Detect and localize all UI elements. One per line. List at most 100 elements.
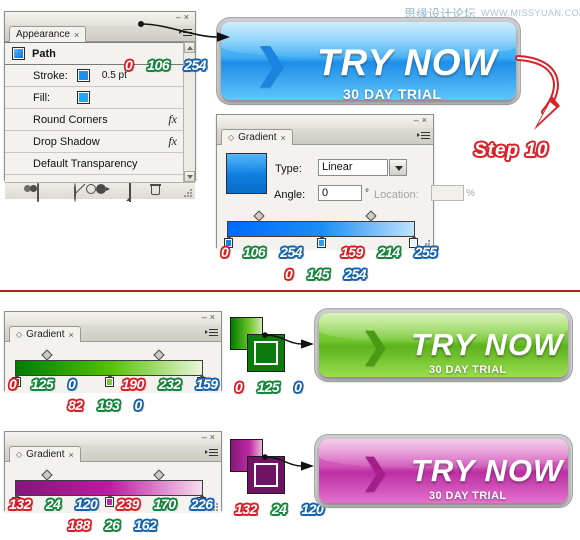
gradient-midpoint[interactable] xyxy=(365,210,377,222)
gradient-panel-blue[interactable]: –× ◇ Gradient × Type: Linear Angle: 0 ° … xyxy=(216,114,475,250)
panel-menu-icon[interactable] xyxy=(417,129,431,142)
gradient-pink-titlebar[interactable]: –× xyxy=(5,432,221,445)
watermark: 思缘设计论坛 WWW.MISSYUAN.COM xyxy=(404,2,580,24)
close-icon[interactable]: × xyxy=(210,432,218,442)
tab-close-icon[interactable]: × xyxy=(69,450,74,460)
tab-appearance[interactable]: Appearance × xyxy=(9,26,87,42)
degree-symbol: ° xyxy=(365,188,369,199)
rgb-red: 0 xyxy=(9,376,17,392)
tab-gradient-blue[interactable]: ◇ Gradient × xyxy=(221,129,293,145)
gradient-green-tabbar[interactable]: ◇ Gradient × xyxy=(5,325,221,342)
rgb-group-stroke-color: 0 106 254 xyxy=(120,56,211,74)
step-label: Step 10 xyxy=(474,140,549,161)
gradient-green-window-buttons[interactable]: –× xyxy=(202,312,218,323)
rgb-blue: 254 xyxy=(184,57,207,73)
rgb-blue: 255 xyxy=(414,244,437,260)
gradient-stop[interactable] xyxy=(105,374,114,387)
rgb-group-green-mid: 82 193 0 xyxy=(63,396,147,414)
gradient-type-select[interactable]: Linear xyxy=(318,159,388,176)
tab-gradient-green[interactable]: ◇ Gradient × xyxy=(9,326,81,342)
gradient-midpoint[interactable] xyxy=(41,469,53,481)
tab-close-icon[interactable]: × xyxy=(281,133,286,143)
resize-grip[interactable] xyxy=(184,189,193,198)
path-swatch[interactable] xyxy=(12,47,25,60)
appearance-row-path-label: Path xyxy=(32,47,56,60)
rgb-green: 232 xyxy=(158,376,181,392)
delete-item-icon[interactable] xyxy=(150,184,164,197)
rgb-red: 132 xyxy=(235,501,257,517)
panel-menu-icon[interactable] xyxy=(205,446,219,459)
rgb-green: 24 xyxy=(271,501,287,517)
chevron-right-icon-green: ❯ xyxy=(361,327,390,365)
new-item-icon[interactable] xyxy=(129,183,142,202)
connector-arrow-green xyxy=(262,332,314,349)
appearance-row-round-corners[interactable]: Round Corners fx xyxy=(5,109,195,131)
button-sub-label-pink: 30 DAY TRIAL xyxy=(429,490,507,502)
button-main-label-green: TRY NOW xyxy=(411,327,564,362)
close-icon[interactable]: × xyxy=(210,312,218,322)
rgb-red: 132 xyxy=(9,496,31,512)
rgb-red: 0 xyxy=(235,379,243,395)
fx-icon-drop-shadow[interactable]: fx xyxy=(168,134,177,149)
gradient-midpoint[interactable] xyxy=(253,210,265,222)
appearance-row-fill[interactable]: Fill: xyxy=(5,87,195,109)
tab-close-icon[interactable]: × xyxy=(74,30,79,40)
scroll-up-icon[interactable] xyxy=(184,42,195,53)
watermark-en: WWW.MISSYUAN.COM xyxy=(481,8,580,18)
appearance-row-drop-shadow[interactable]: Drop Shadow fx xyxy=(5,131,195,153)
minimize-icon[interactable]: – xyxy=(414,115,422,125)
appearance-row-default-transparency[interactable]: Default Transparency xyxy=(5,153,195,175)
gradient-blue-tabbar[interactable]: ◇ Gradient × xyxy=(217,128,433,145)
fx-icon-round-corners[interactable]: fx xyxy=(168,112,177,127)
tab-appearance-label: Appearance xyxy=(16,29,70,40)
try-now-button-green[interactable]: ❯ TRY NOW 30 DAY TRIAL xyxy=(319,313,568,377)
rgb-blue: 120 xyxy=(75,496,98,512)
chevron-right-icon-pink: ❯ xyxy=(361,453,390,491)
panel-menu-icon[interactable] xyxy=(205,326,219,339)
gradient-pink-tabbar[interactable]: ◇ Gradient × xyxy=(5,445,221,462)
minimize-icon[interactable]: – xyxy=(202,312,210,322)
rgb-group-green-stroke: 0 125 0 xyxy=(230,378,306,396)
gradient-preview-swatch-blue[interactable] xyxy=(226,153,267,194)
tab-close-icon[interactable]: × xyxy=(69,330,74,340)
gradient-midpoint[interactable] xyxy=(153,349,165,361)
percent-symbol: % xyxy=(466,188,475,199)
gradient-midpoint[interactable] xyxy=(153,469,165,481)
gradient-angle-input[interactable]: 0 xyxy=(318,185,362,201)
rgb-group-blue-mid: 0 145 254 xyxy=(280,265,371,283)
rgb-red: 0 xyxy=(221,244,229,260)
rgb-red: 82 xyxy=(68,397,83,413)
rgb-red: 190 xyxy=(122,376,144,392)
fill-swatch[interactable] xyxy=(77,91,91,104)
gradient-blue-titlebar[interactable]: –× xyxy=(217,115,433,128)
rgb-blue: 120 xyxy=(301,501,324,517)
tab-gradient-pink[interactable]: ◇ Gradient × xyxy=(9,446,81,462)
rgb-green: 125 xyxy=(31,376,54,392)
close-icon[interactable]: × xyxy=(422,115,430,125)
duplicate-item-icon[interactable] xyxy=(86,184,120,197)
gradient-stop[interactable] xyxy=(317,235,326,248)
gradient-green-titlebar[interactable]: –× xyxy=(5,312,221,325)
toggle-visibility-icon[interactable] xyxy=(37,183,65,202)
rgb-green: 125 xyxy=(257,379,280,395)
scroll-down-icon[interactable] xyxy=(184,171,195,182)
rgb-red: 0 xyxy=(125,57,133,73)
gradient-pink-window-buttons[interactable]: –× xyxy=(202,432,218,443)
rgb-red: 159 xyxy=(341,244,363,260)
rgb-green: 170 xyxy=(153,496,176,512)
rgb-blue: 162 xyxy=(134,517,157,533)
gradient-location-input[interactable] xyxy=(431,185,464,201)
gradient-midpoint[interactable] xyxy=(41,349,53,361)
clear-appearance-icon[interactable] xyxy=(74,183,87,202)
try-now-button-blue[interactable]: ❯ TRY NOW 30 DAY TRIAL xyxy=(221,22,516,100)
stroke-swatch[interactable] xyxy=(76,69,90,82)
button-main-label-blue: TRY NOW xyxy=(317,42,498,83)
rgb-green: 214 xyxy=(377,244,400,260)
rgb-group-blue-start: 0 106 254 xyxy=(216,243,307,261)
minimize-icon[interactable]: – xyxy=(202,432,210,442)
connector-arrow-appearance-to-blue-button xyxy=(138,21,230,42)
rgb-blue: 0 xyxy=(134,397,142,413)
chevron-down-icon[interactable] xyxy=(389,159,407,176)
try-now-button-pink[interactable]: ❯ TRY NOW 30 DAY TRIAL xyxy=(319,439,568,503)
gradient-blue-window-buttons[interactable]: –× xyxy=(414,115,430,126)
